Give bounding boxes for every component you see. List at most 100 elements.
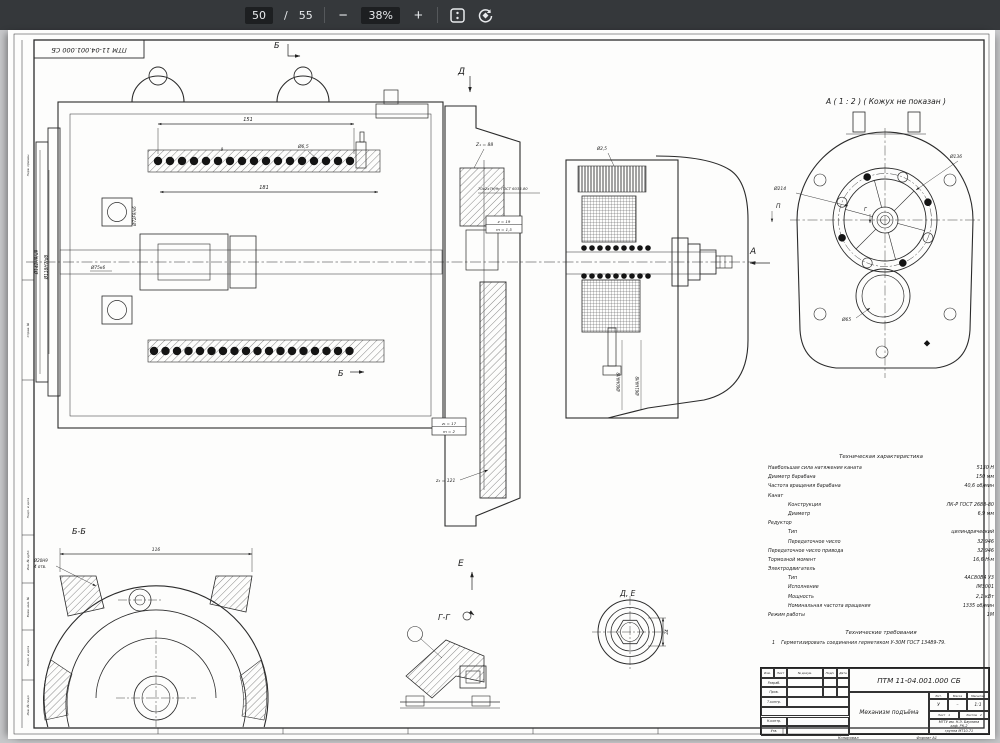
current-page-input[interactable]: 50 [245,7,273,24]
tech-row: Редуктор [768,519,994,528]
view-arrow-a: А [749,247,756,257]
tech-name: Передаточное число [768,538,841,547]
role-prov: Пров. [761,687,787,697]
dim-label-d2-5: Ø2,5 [596,146,607,151]
tech-req-number: 1 [772,641,775,646]
tech-row: Режим работы1М [768,611,994,620]
section-arrow-e: Е [458,559,464,569]
col-doc: № докум. [787,668,823,678]
dim-label-181: 181 [259,185,269,191]
tech-value: 32,946 [977,538,994,547]
tech-req-item: 1 Герметизировать соединения герметиком … [768,641,994,646]
dim-label-d65: Ø65 [841,316,851,323]
tech-name: Канат [768,492,783,501]
tech-name: Тип [768,528,797,537]
tech-name: Диаметр барабана [768,473,816,482]
view-a-title: А ( 1 : 2 ) ( Кожух не показан ) [825,97,946,106]
view-a-circular [772,112,980,378]
dim-label-d214: Ø214 [773,185,786,192]
tech-req-text: Герметизировать соединения герметиком У-… [781,641,946,646]
tech-row: ИсполнениеIМ3001 [768,583,994,592]
drawing-sheet: ПТМ 11-04.001.000 СБ Перв. примен. Справ… [8,30,995,739]
col-izm: Изм. [761,668,774,678]
gear-label-m15: m = 1,5 [496,227,512,232]
tech-name: Редуктор [768,519,792,528]
tech-name: Мощность [768,593,814,602]
page-divider: / [284,9,288,22]
tech-name: Исполнение [768,583,819,592]
strip-label: Инв. № дубл. [26,550,30,571]
dim-label-d60: Ø60Н9/f8 [616,372,621,393]
tech-row: КонструкцияЛК-Р ГОСТ 2688-80 [768,501,994,510]
tech-value: 4АС80В4 У3 [964,574,994,583]
frame-strip-labels: Перв. примен. Справ. № Подп. и дата Инв.… [26,154,30,716]
section-arrow-d: Д [457,67,465,77]
toolbar-divider [324,7,325,23]
section-gg-view [400,612,500,708]
dim-label-d72: Ø72F9/к6 [132,206,137,227]
tech-value: 5130 Н [977,464,994,473]
sheet-label: Лист [938,713,945,717]
technical-requirements: Технические требования 1 Герметизировать… [768,630,994,646]
strip-label: Инв. № подл. [26,695,30,716]
dim-label-24: 24 [664,629,669,635]
sheets-value: 2 [980,713,982,717]
signature-cell [823,678,837,688]
corner-stamp: ПТМ 11-04.001.000 СБ [51,46,127,54]
tech-name: Диаметр [768,510,810,519]
gear-label-z121: z₂ = 121 [435,478,456,484]
zoom-in-button[interactable]: + [411,8,426,23]
sheet-value: 1 [948,713,950,717]
section-mark-g: Г [864,207,868,213]
tech-name: Наибольшая сила натяжения каната [768,464,862,473]
gear-label-z88: Z₁ = 88 [475,142,493,148]
tech-row: Типцилиндрический [768,528,994,537]
tech-row: Канат [768,492,994,501]
signature-cell [761,707,849,717]
zoom-out-button[interactable]: − [336,8,351,23]
dim-label-116: 116 [152,547,161,553]
dim-label-rope: Ø6,5 [297,143,309,150]
tech-row: Наибольшая сила натяжения каната 5130 Н [768,464,994,473]
dim-label-151: 151 [243,117,253,123]
format-label: Формат А1 [917,736,937,740]
total-pages: 55 [299,9,313,22]
tech-row: Мощность2,1 кВт [768,593,994,602]
tech-row: Тормозной момент16,6 Н·м [768,556,994,565]
tech-row: Тип4АС80В4 У3 [768,574,994,583]
drum-assembly [36,67,443,428]
view-de-nut [592,596,668,670]
sheets-cell: Листов 2 [959,711,989,719]
holes-label: Ø20Н9 [33,558,48,563]
organization-cell: МГТУ им. Н.Э. Баумана каф. РК-2 группа М… [929,719,989,734]
drawing-title: Механизм подъёма [849,692,929,734]
tech-value: ЛК-Р ГОСТ 2688-80 [947,501,994,510]
mass-value: – [948,699,967,711]
rotate-icon[interactable] [477,7,494,24]
tech-name: Номинальная частота вращения [768,602,871,611]
section-mark-p: П [776,203,781,210]
tech-row: Передаточное число привода32,946 [768,547,994,556]
tech-req-title: Технические требования [768,630,994,636]
gear-label-z17: z₁ = 17 [441,421,457,426]
dim-label-d136: Ø136 [949,153,962,160]
tech-chars-title: Техническая характеристика [768,454,994,460]
signature-cell [837,678,849,688]
role-tkontr: Т.контр. [761,697,787,707]
fit-to-page-icon[interactable] [449,7,466,24]
tech-value: 1М [987,611,994,620]
zoom-level: 38% [361,7,399,24]
signature-cell [787,717,849,727]
tech-row: Диаметр барабана150 мм [768,473,994,482]
strip-label: Перв. примен. [26,154,30,177]
tech-row: Номинальная частота вращения1335 об/мин [768,602,994,611]
view-title-de: Д, Е [619,589,636,598]
col-list: Лист [774,668,787,678]
doc-number: ПТМ 11-04.001.000 СБ [849,668,989,692]
tech-name: Электродвигатель [768,565,815,574]
signature-cell [837,687,849,697]
section-bb-view [43,548,268,727]
role-razrab: Разраб. [761,678,787,688]
signature-cell [823,687,837,697]
sheet-cell: Лист 1 [929,711,959,719]
